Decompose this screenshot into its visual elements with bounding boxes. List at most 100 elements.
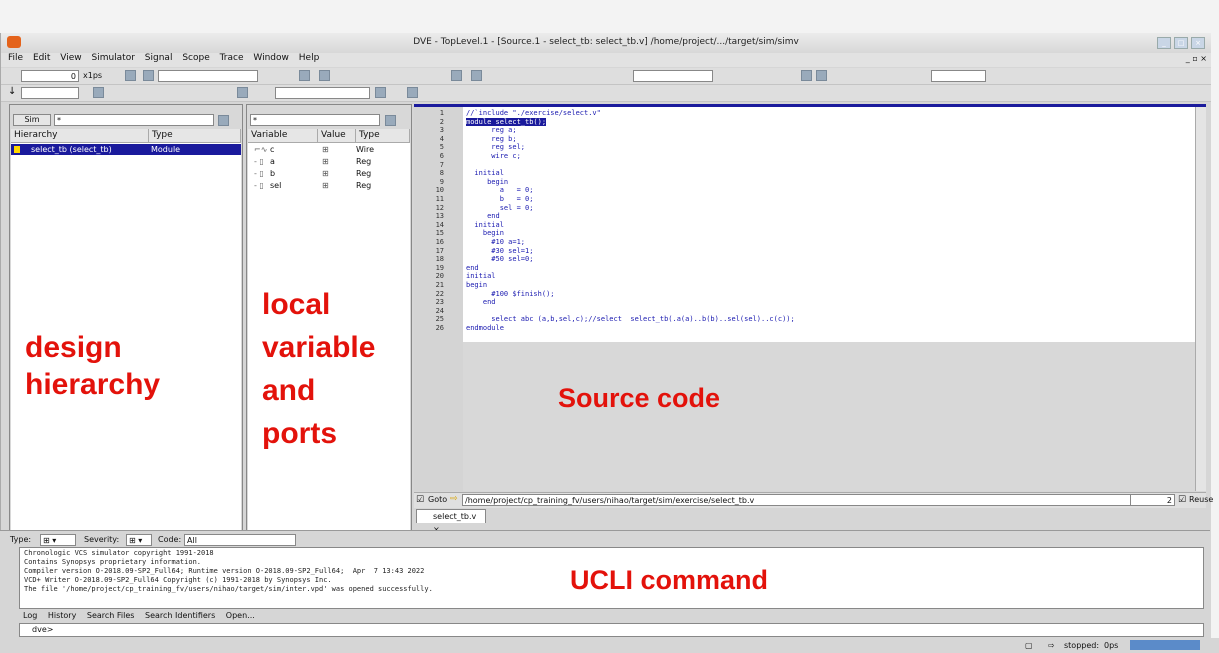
source-empty-area xyxy=(463,342,1205,491)
tab-open[interactable]: Open... xyxy=(226,611,255,620)
code-line: //`include "./exercise/select.v" xyxy=(466,109,601,117)
filter-options-icon[interactable] xyxy=(218,115,229,126)
col-value[interactable]: Value xyxy=(318,129,356,142)
zoom-out-icon[interactable] xyxy=(816,70,827,81)
list-item[interactable]: ⌐∿ c ⊞ Wire xyxy=(254,144,410,155)
log-line: Contains Synopsys proprietary informatio… xyxy=(24,558,202,566)
code-select[interactable]: All xyxy=(184,534,296,546)
code-line: initial xyxy=(466,272,496,281)
restart-icon[interactable] xyxy=(407,87,418,98)
signal-input[interactable] xyxy=(275,87,370,99)
find-icon[interactable] xyxy=(143,70,154,81)
zoom-in-icon[interactable] xyxy=(801,70,812,81)
wave-icon[interactable] xyxy=(451,70,462,81)
menu-view[interactable]: View xyxy=(60,53,81,63)
goto-checkbox[interactable]: ☑ xyxy=(416,495,424,505)
col-variable[interactable]: Variable xyxy=(248,129,318,142)
tab-history[interactable]: History xyxy=(48,611,76,620)
severity-select[interactable]: ⊞ ▾ xyxy=(126,534,152,546)
list-icon[interactable] xyxy=(471,70,482,81)
code-line: #50 sel=0; xyxy=(466,255,534,264)
run-icon[interactable] xyxy=(125,70,136,81)
line-number-field[interactable]: 2 xyxy=(1130,494,1175,506)
status-icons[interactable] xyxy=(1130,640,1200,650)
menu-window[interactable]: Window xyxy=(253,53,289,63)
menu-signal[interactable]: Signal xyxy=(145,53,173,63)
annotation-variables: local variable and ports xyxy=(262,288,376,450)
source-path-field[interactable]: /home/project/cp_training_fv/users/nihao… xyxy=(462,494,1142,506)
reg-icon: - ▯ xyxy=(254,181,264,190)
variable-filter[interactable]: * xyxy=(250,114,380,126)
code-line: a = 0; xyxy=(466,186,534,195)
line-number: 1 xyxy=(439,109,444,117)
status-time: 0ps xyxy=(1104,641,1119,650)
code-line: reg sel; xyxy=(466,143,526,152)
cursor-input[interactable] xyxy=(633,70,713,82)
line-number: 22 xyxy=(435,289,444,298)
line-number: 9 xyxy=(439,177,444,186)
code-line: endmodule xyxy=(466,324,504,332)
line-number: 8 xyxy=(439,169,444,178)
type-select[interactable]: ⊞ ▾ xyxy=(40,534,76,546)
code-line: b = 0; xyxy=(466,195,534,203)
next-icon[interactable] xyxy=(319,70,330,81)
message-icon[interactable]: ▢ xyxy=(1025,641,1033,650)
down-arrow-icon[interactable]: ↓ xyxy=(8,86,16,97)
line-number: 7 xyxy=(439,160,444,169)
maximize-icon[interactable]: □ xyxy=(1174,37,1188,49)
tab-search-files[interactable]: Search Files xyxy=(87,611,135,620)
step-input[interactable] xyxy=(21,87,79,99)
line-number: 21 xyxy=(435,281,444,289)
close-icon[interactable]: × xyxy=(1191,37,1205,49)
menu-scope[interactable]: Scope xyxy=(182,53,209,63)
list-item[interactable]: - ▯ b ⊞ Reg xyxy=(254,168,410,179)
tab-select-tb[interactable]: select_tb.v × xyxy=(416,509,486,534)
step-icon[interactable] xyxy=(299,70,310,81)
ucli-command-input[interactable]: dve> xyxy=(19,623,1204,637)
type-label: Type: xyxy=(10,535,32,544)
code-line: reg b; xyxy=(466,134,517,143)
code-line: sel = 0; xyxy=(466,203,534,212)
line-number: 12 xyxy=(435,203,444,212)
goto-arrow-icon[interactable]: ⇨ xyxy=(450,494,458,504)
menu-simulator[interactable]: Simulator xyxy=(91,53,134,63)
time-unit[interactable]: x1ps xyxy=(83,71,102,80)
tree-row[interactable]: select_tb (select_tb) Module xyxy=(11,144,241,155)
col-hierarchy[interactable]: Hierarchy xyxy=(11,129,149,142)
signal-icon[interactable] xyxy=(237,87,248,98)
sim-button[interactable]: Sim xyxy=(13,114,51,126)
list-item[interactable]: - ▯ a ⊞ Reg xyxy=(254,156,410,167)
menu-edit[interactable]: Edit xyxy=(33,53,50,63)
source-scrollbar[interactable] xyxy=(1195,107,1206,491)
line-number: 11 xyxy=(435,195,444,203)
list-item[interactable]: - ▯ sel ⊞ Reg xyxy=(254,180,410,191)
line-number: 3 xyxy=(439,126,444,135)
source-code-view[interactable] xyxy=(463,107,1205,342)
menu-help[interactable]: Help xyxy=(299,53,320,63)
mdi-controls[interactable]: _ ▫ × xyxy=(1186,54,1207,63)
code-line: begin xyxy=(466,177,509,186)
tab-log[interactable]: Log xyxy=(23,611,37,620)
line-number: 20 xyxy=(435,272,444,281)
goto-bar: ☑ Goto ⇨ /home/project/cp_training_fv/us… xyxy=(414,492,1213,508)
save-icon[interactable] xyxy=(375,87,386,98)
minimize-icon[interactable]: _ xyxy=(1157,37,1171,49)
col-type[interactable]: Type xyxy=(149,129,241,142)
zoom-input[interactable] xyxy=(931,70,986,82)
code-label: Code: xyxy=(158,535,182,544)
toolbar-2: ↓ xyxy=(1,85,1211,102)
reuse-checkbox[interactable]: ☑ xyxy=(1178,495,1186,505)
menu-trace[interactable]: Trace xyxy=(220,53,244,63)
filter-options-icon[interactable] xyxy=(385,115,396,126)
time-input[interactable]: 0 xyxy=(21,70,79,82)
menu-file[interactable]: File xyxy=(8,53,23,63)
code-line: select abc (a,b,sel,c);//select select_t… xyxy=(466,315,795,324)
code-line: begin xyxy=(466,229,504,238)
title-bar: DVE - TopLevel.1 - [Source.1 - select_tb… xyxy=(1,33,1211,54)
scope-icon[interactable] xyxy=(93,87,104,98)
col-var-type[interactable]: Type xyxy=(356,129,410,142)
find-input[interactable] xyxy=(158,70,258,82)
hierarchy-filter[interactable]: * xyxy=(54,114,214,126)
line-number: 2 xyxy=(439,117,444,126)
tab-search-identifiers[interactable]: Search Identifiers xyxy=(145,611,215,620)
